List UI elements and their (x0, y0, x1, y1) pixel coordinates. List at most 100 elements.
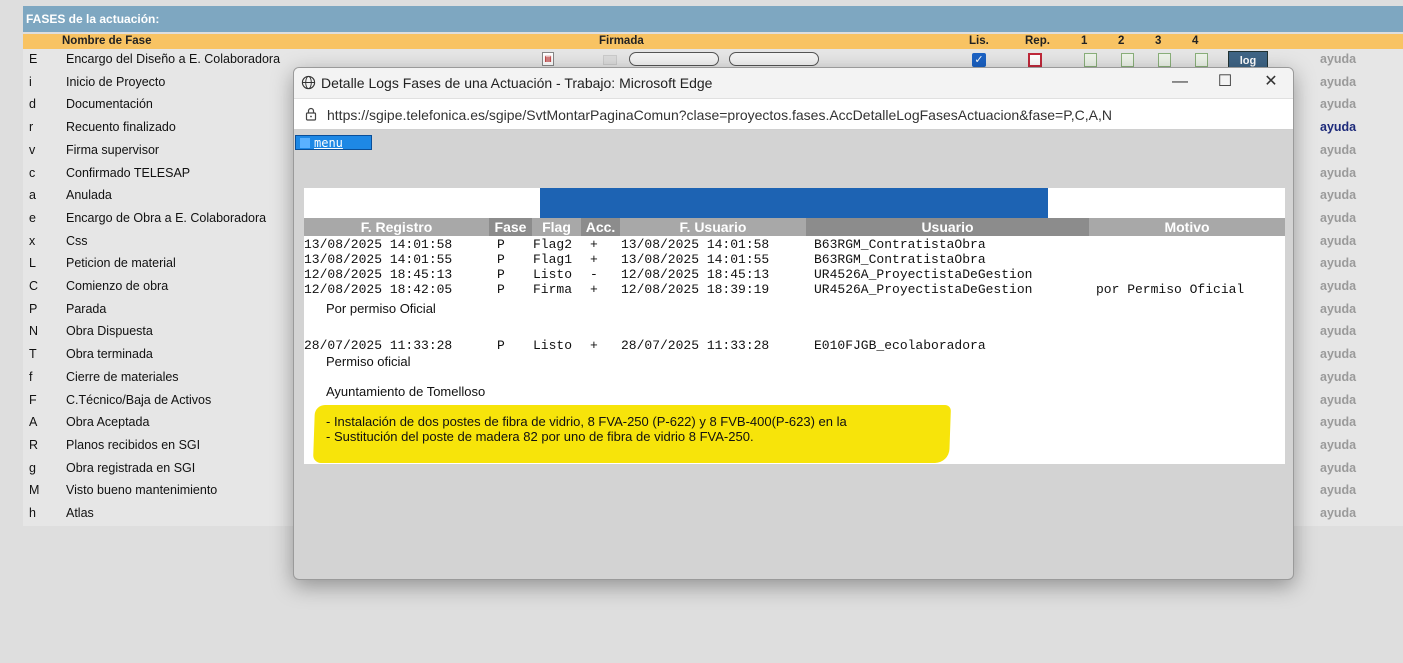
help-link[interactable]: ayuda (1320, 75, 1356, 89)
menu-button[interactable]: menu (295, 135, 372, 150)
help-link[interactable]: ayuda (1320, 166, 1356, 180)
note-permiso: Permiso oficial (326, 354, 411, 369)
close-button[interactable]: ✕ (1259, 71, 1283, 93)
phase-name: Planos recibidos en SGI (66, 437, 201, 452)
log-registro: 28/07/2025 11:33:28 (304, 338, 453, 353)
th-fusuario: F. Usuario (679, 219, 747, 235)
log-usuario: B63RGM_ContratistaObra (814, 252, 986, 267)
phase-name: Anulada (66, 188, 112, 203)
help-link[interactable]: ayuda (1320, 506, 1356, 520)
phase-name: Inicio de Proyecto (66, 74, 166, 89)
phase-name: Parada (66, 301, 107, 316)
log-registro: 12/08/2025 18:42:05 (304, 282, 453, 297)
phase-code: R (29, 437, 39, 452)
log-acc: + (590, 282, 598, 297)
phase-code: F (29, 392, 37, 407)
log-fase: P (497, 252, 505, 267)
help-link[interactable]: ayuda (1320, 143, 1356, 157)
log-registro: 13/08/2025 14:01:55 (304, 252, 453, 267)
phase-name: C.Técnico/Baja de Activos (66, 392, 212, 407)
th-acc: Acc. (581, 218, 620, 236)
note-firma: Por permiso Oficial (326, 301, 436, 316)
log-row: 13/08/2025 14:01:55 P Flag1 +13/08/2025 14:… (304, 252, 1285, 267)
firmada-field-1[interactable] (629, 52, 719, 66)
log-acc: + (590, 252, 598, 267)
globe-icon (301, 75, 316, 90)
help-link[interactable]: ayuda (1320, 279, 1356, 293)
flag2-checkbox[interactable] (1121, 53, 1134, 67)
phase-name: Obra terminada (66, 347, 153, 362)
phase-code: f (29, 369, 33, 384)
phase-name: Peticion de material (66, 256, 176, 271)
maximize-button[interactable]: ☐ (1213, 71, 1237, 93)
log-registro: 12/08/2025 18:45:13 (304, 267, 453, 282)
phase-code: E (29, 52, 38, 66)
address-bar[interactable]: https://sgipe.telefonica.es/sgipe/SvtMon… (294, 98, 1293, 130)
log-usuario: UR4526A_ProyectistaDeGestion (814, 282, 1033, 297)
log-fase: P (497, 267, 505, 282)
lis-checkbox[interactable]: ✓ (972, 53, 986, 67)
help-link[interactable]: ayuda (1320, 211, 1356, 225)
phase-code: L (29, 256, 36, 271)
help-link[interactable]: ayuda (1320, 120, 1356, 134)
log-acc: + (590, 338, 598, 353)
help-link[interactable]: ayuda (1320, 302, 1356, 316)
help-link[interactable]: ayuda (1320, 52, 1356, 66)
help-link[interactable]: ayuda (1320, 234, 1356, 248)
flag1-checkbox[interactable] (1084, 53, 1097, 67)
flag3-checkbox[interactable] (1158, 53, 1171, 67)
col-2: 2 (1118, 35, 1125, 47)
help-link[interactable]: ayuda (1320, 461, 1356, 475)
help-link[interactable]: ayuda (1320, 483, 1356, 497)
log-content: F. Registro Fase Flag Acc. F. Usuario Us… (304, 188, 1285, 464)
phase-name: Obra registrada en SGI (66, 460, 196, 475)
help-link[interactable]: ayuda (1320, 256, 1356, 270)
help-link[interactable]: ayuda (1320, 415, 1356, 429)
log-fase: P (497, 282, 505, 297)
phase-code: d (29, 97, 36, 112)
log-fusuario: 28/07/2025 11:33:28 (621, 338, 770, 353)
phase-code: x (29, 233, 36, 248)
flag4-checkbox[interactable] (1195, 53, 1208, 67)
phase-name: Firma supervisor (66, 142, 160, 157)
col-1: 1 (1081, 35, 1088, 47)
phase-code: T (29, 347, 37, 362)
phases-column-header: Nombre de Fase Firmada Lis. Rep. 1 2 3 4 (23, 34, 1403, 49)
phase-name: Recuento finalizado (66, 120, 176, 135)
signed-indicator (603, 55, 617, 65)
log-flag: Flag2 (533, 237, 573, 252)
log-fusuario: 13/08/2025 14:01:58 (621, 237, 770, 252)
help-link[interactable]: ayuda (1320, 188, 1356, 202)
help-link[interactable]: ayuda (1320, 370, 1356, 384)
log-row: 12/08/2025 18:42:05 P Firma +12/08/2025 18:… (304, 282, 1285, 297)
phase-code: N (29, 324, 39, 339)
phase-code: v (29, 142, 36, 157)
help-link[interactable]: ayuda (1320, 393, 1356, 407)
help-link[interactable]: ayuda (1320, 347, 1356, 361)
phase-name: Documentación (66, 97, 153, 112)
rep-checkbox[interactable] (1028, 53, 1042, 67)
firmada-field-2[interactable] (729, 52, 819, 66)
th-flag: Flag (542, 219, 571, 235)
phase-code: P (29, 301, 38, 316)
phase-name: Confirmado TELESAP (66, 165, 191, 180)
minimize-button[interactable]: — (1168, 71, 1192, 93)
menu-marker-icon (300, 138, 310, 148)
log-acc: - (590, 267, 598, 282)
help-link[interactable]: ayuda (1320, 438, 1356, 452)
phase-code: A (29, 415, 38, 430)
th-registro: F. Registro (360, 219, 433, 235)
phase-code: e (29, 210, 36, 225)
log-fusuario: 12/08/2025 18:39:19 (621, 282, 770, 297)
log-flag: Flag1 (533, 252, 573, 267)
log-fase: P (497, 237, 505, 252)
phase-code: h (29, 506, 36, 520)
help-link[interactable]: ayuda (1320, 324, 1356, 338)
phase-name: Obra Aceptada (66, 415, 150, 430)
log-flag: Firma (533, 282, 573, 297)
help-link[interactable]: ayuda (1320, 97, 1356, 111)
phase-code: r (29, 120, 34, 135)
pdf-icon[interactable]: ▤ (542, 52, 554, 66)
log-row: 13/08/2025 14:01:58 P Flag2 +13/08/2025 14:… (304, 237, 1285, 252)
log-fase: P (497, 338, 505, 353)
